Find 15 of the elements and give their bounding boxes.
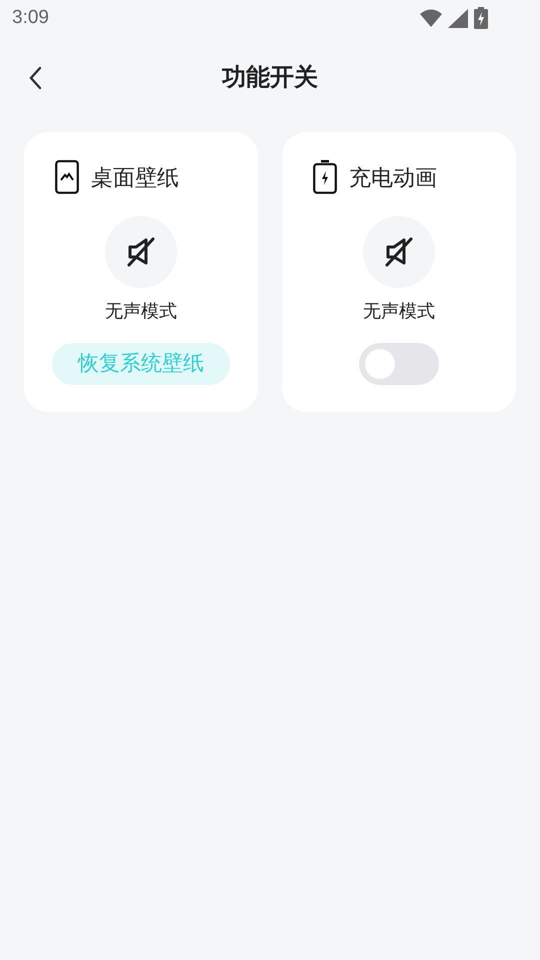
page-title: 功能开关 [222,63,318,93]
mode-label: 无声模式 [105,300,177,323]
card-title: 桌面壁纸 [91,164,179,192]
mute-icon [384,237,414,267]
mute-icon [126,237,156,267]
mode-label: 无声模式 [363,300,435,323]
battery-charging-icon [313,160,337,194]
card-title: 充电动画 [349,164,437,192]
restore-wallpaper-button[interactable]: 恢复系统壁纸 [52,343,230,385]
toggle-switch[interactable] [359,343,439,385]
battery-charging-icon [474,7,488,29]
wifi-icon [420,9,442,27]
signal-icon [448,8,468,28]
image-frame-icon [55,160,79,194]
status-time: 3:09 [12,6,49,30]
